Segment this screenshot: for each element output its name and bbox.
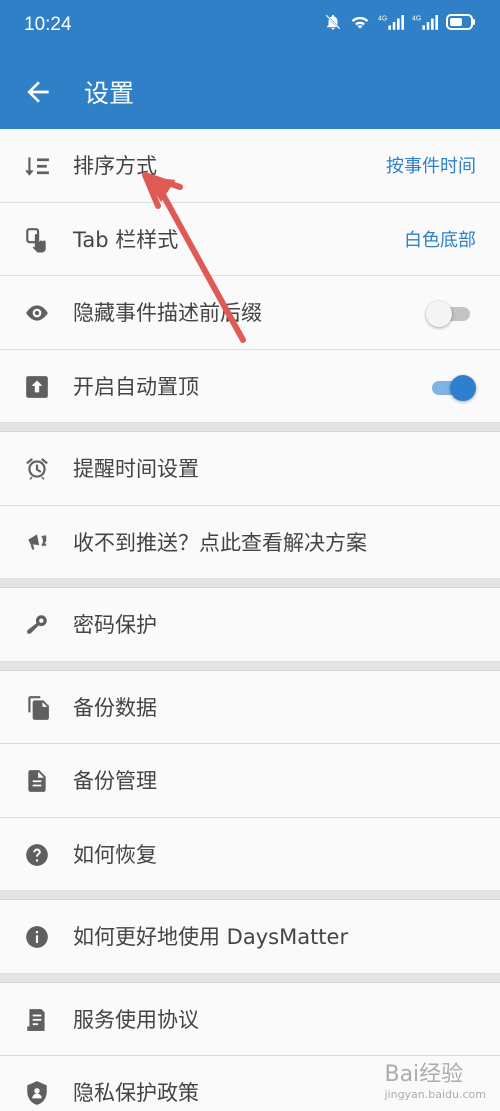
watermark-url: jingyan.baidu.com [384, 1088, 486, 1101]
setting-row-auto-pin[interactable]: 开启自动置顶 [0, 349, 500, 423]
toggle-thumb [426, 301, 452, 327]
help-icon [26, 843, 48, 866]
eye-icon [26, 305, 48, 321]
page-title: 设置 [84, 79, 135, 108]
app-bar: 设置 [0, 54, 500, 129]
setting-label: 排序方式 [73, 154, 157, 178]
setting-row-restore-help[interactable]: 如何恢复 [0, 817, 500, 891]
setting-label: 备份数据 [73, 695, 157, 720]
toggle-switch[interactable] [426, 300, 472, 327]
battery-icon [446, 14, 475, 30]
setting-label: 隐藏事件描述前后缀 [73, 301, 262, 325]
setting-row-service-agreement[interactable]: 服务使用协议 [0, 982, 500, 1056]
key-icon [27, 615, 47, 634]
alert-bell-icon [28, 533, 47, 549]
signal-icon: 4G [412, 15, 438, 30]
setting-label: 密码保护 [73, 613, 157, 637]
setting-row-reminder-time[interactable]: 提醒时间设置 [0, 432, 500, 506]
wifi-icon [351, 16, 369, 29]
setting-row-hide-affix[interactable]: 隐藏事件描述前后缀 [0, 276, 500, 350]
toggle-switch[interactable] [430, 374, 476, 401]
setting-row-push-help[interactable]: 收不到推送？点此查看解决方案 [0, 505, 500, 579]
setting-label: 开启自动置顶 [73, 374, 199, 399]
section-divider [0, 661, 500, 671]
setting-label: 备份管理 [73, 769, 157, 793]
mute-icon [325, 14, 341, 30]
section-divider [0, 423, 500, 432]
setting-label: 收不到推送？点此查看解决方案 [73, 530, 367, 555]
document-icon [27, 1008, 45, 1031]
info-icon [26, 926, 48, 948]
copy-icon [28, 695, 49, 720]
sort-icon [25, 157, 49, 176]
setting-label: 提醒时间设置 [73, 457, 199, 481]
setting-value: 按事件时间 [386, 156, 476, 177]
setting-label: 如何更好地使用 DaysMatter [73, 925, 349, 949]
back-arrow-icon[interactable] [22, 76, 54, 108]
watermark-logo: Bai经验 jingyan.baidu.com [384, 1056, 486, 1101]
pin-top-icon [26, 375, 48, 398]
touch-icon [26, 227, 46, 252]
alarm-icon [26, 458, 48, 480]
watermark-text: Bai经验 [384, 1062, 464, 1087]
section-divider [0, 891, 500, 900]
section-divider [0, 973, 500, 983]
status-time: 10:24 [24, 14, 72, 35]
setting-row-tab-style[interactable]: Tab 栏样式 白色底部 [0, 202, 500, 276]
setting-label: 服务使用协议 [73, 1007, 199, 1032]
setting-value: 白色底部 [404, 229, 476, 251]
shield-icon [27, 1081, 47, 1105]
status-icons: 4G 4G [324, 13, 476, 31]
setting-row-backup-manage[interactable]: 备份管理 [0, 744, 500, 818]
setting-label: 如何恢复 [73, 842, 157, 867]
setting-label: Tab 栏样式 [73, 227, 179, 252]
section-divider [0, 579, 500, 588]
svg-text:4G: 4G [412, 15, 421, 22]
signal-icon: 4G [378, 15, 404, 30]
setting-label: 隐私保护政策 [73, 1081, 199, 1105]
setting-row-usage-help[interactable]: 如何更好地使用 DaysMatter [0, 900, 500, 974]
setting-row-backup-data[interactable]: 备份数据 [0, 670, 500, 744]
file-icon [28, 770, 46, 792]
setting-row-sort-mode[interactable]: 排序方式 按事件时间 [0, 129, 500, 203]
toggle-thumb [450, 374, 476, 401]
status-bar: 10:24 4G 4G [0, 0, 500, 54]
settings-list: 排序方式 按事件时间 Tab 栏样式 白色底部隐藏事件描述前后缀 开启自动置顶 提醒时间设… [0, 129, 500, 1111]
svg-text:4G: 4G [378, 15, 387, 22]
setting-row-password[interactable]: 密码保护 [0, 588, 500, 662]
